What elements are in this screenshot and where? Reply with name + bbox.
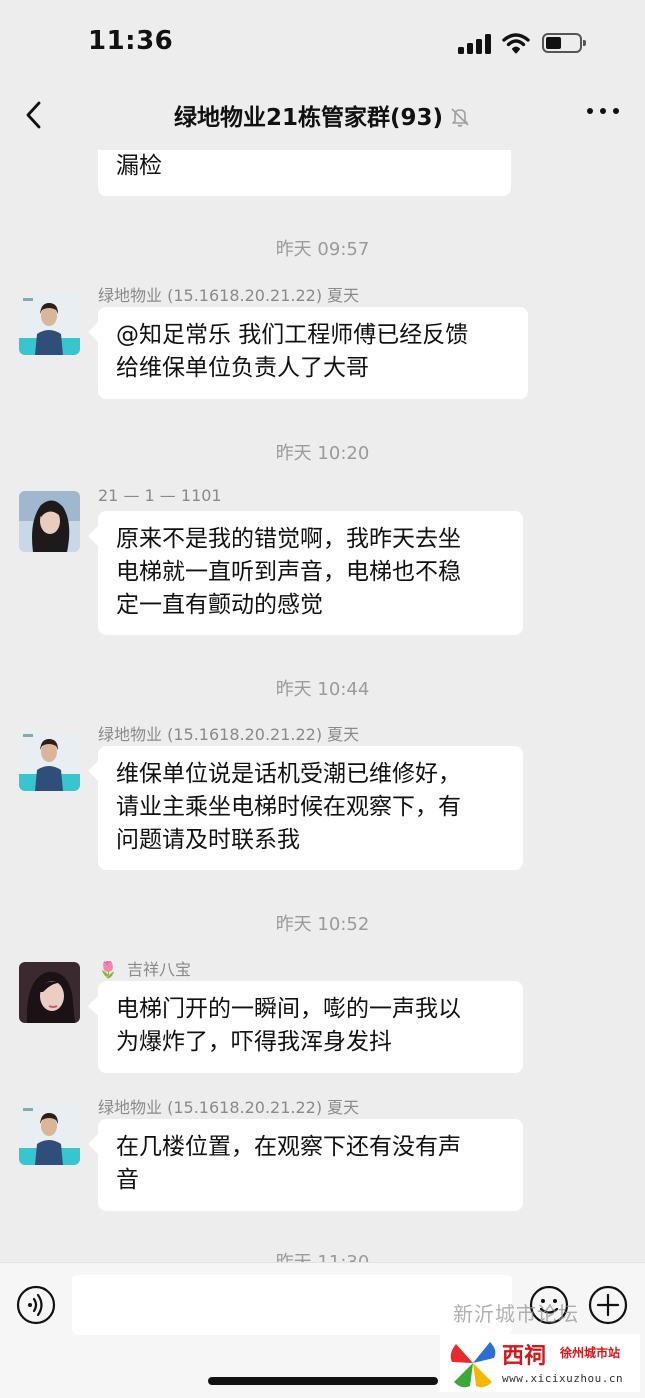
sender-name: 绿地物业 (15.1618.20.21.22) 夏天 [98,1098,360,1117]
message-line: 定一直有颤动的感觉 [116,592,323,618]
message-bubble[interactable]: 原来不是我的错觉啊，我昨天去坐 电梯就一直听到声音，电梯也不稳 定一直有颤动的感… [88,511,523,635]
voice-input-icon[interactable] [16,1285,56,1325]
chat-message-list[interactable]: 漏检 昨天 09:57 绿地物业 (15.1618.20.21.22) 夏天 @… [0,150,645,1262]
avatar-image [19,730,80,791]
sender-name: 绿地物业 (15.1618.20.21.22) 夏天 [98,286,360,305]
message-line: 在几楼位置，在观察下还有没有声 [116,1134,461,1160]
message-line: 请业主乘坐电梯时候在观察下，有 [116,794,461,820]
sender-name: 21 — 1 — 1101 [98,486,222,505]
message-bubble[interactable]: 维保单位说是话机受潮已维修好， 请业主乘坐电梯时候在观察下，有 问题请及时联系我 [88,746,523,870]
sender-name: 🌷 吉祥八宝 [98,956,191,980]
avatar-image [19,962,80,1023]
avatar[interactable] [19,491,80,552]
brand-site: 徐州城市站 [560,1346,621,1360]
mute-bell-icon [451,108,469,127]
home-indicator[interactable] [208,1377,438,1385]
message-bubble[interactable]: 漏检 [98,150,511,196]
timestamp: 昨天 10:44 [275,679,370,700]
message-bubble[interactable]: 电梯门开的一瞬间，嘭的一声我以 为爆炸了，吓得我浑身发抖 [88,981,523,1073]
sender-name-text: 吉祥八宝 [127,960,192,979]
message-bubble[interactable]: 在几楼位置，在观察下还有没有声 音 [88,1119,523,1211]
avatar[interactable] [19,1104,80,1165]
brand-url: www.xicixuzhou.cn [502,1372,624,1385]
avatar-image [19,491,80,552]
chat-title-text: 绿地物业21栋管家群(93) [173,105,444,131]
message-line: 音 [116,1167,139,1193]
pinwheel-logo-icon [450,1342,496,1388]
more-functions-plus-icon[interactable] [588,1285,628,1325]
wifi-icon [502,33,530,54]
more-options-icon[interactable] [587,106,619,116]
timestamp: 昨天 10:20 [275,443,370,464]
flower-emoji-icon: 🌷 [98,960,118,979]
message-line: @知足常乐 我们工程师傅已经反馈 [116,322,469,348]
timestamp: 昨天 10:52 [275,914,370,935]
status-bar: 11:36 [0,0,645,88]
message-line: 给维保单位负责人了大哥 [116,355,369,381]
message-line: 原来不是我的错觉啊，我昨天去坐 [116,526,461,552]
avatar[interactable] [19,730,80,791]
message-bubble[interactable]: @知足常乐 我们工程师傅已经反馈 给维保单位负责人了大哥 [88,307,528,399]
avatar-image [19,1104,80,1165]
chat-title[interactable]: 绿地物业21栋管家群(93) [0,98,645,132]
cellular-signal-icon [458,34,492,54]
avatar[interactable] [19,962,80,1023]
brand-name: 西祠 [502,1343,547,1369]
message-text: 漏检 [116,153,162,179]
message-line: 为爆炸了，吓得我浑身发抖 [116,1029,392,1055]
message-line: 电梯门开的一瞬间，嘭的一声我以 [116,996,461,1022]
battery-icon [542,33,586,53]
message-line: 问题请及时联系我 [116,827,300,853]
avatar[interactable] [19,294,80,355]
site-logo: 西祠 徐州城市站 www.xicixuzhou.cn [440,1334,640,1392]
watermark-text: 新沂城市论坛 [453,1302,579,1326]
avatar-image [19,294,80,355]
message-input[interactable] [72,1275,512,1335]
timestamp: 昨天 11:30 [0,1248,645,1262]
sender-name: 绿地物业 (15.1618.20.21.22) 夏天 [98,725,360,744]
message-line: 电梯就一直听到声音，电梯也不稳 [116,559,461,585]
timestamp: 昨天 09:57 [275,239,370,260]
status-time: 11:36 [88,26,174,56]
message-line: 维保单位说是话机受潮已维修好， [116,761,461,787]
nav-bar: 绿地物业21栋管家群(93) [0,88,645,150]
